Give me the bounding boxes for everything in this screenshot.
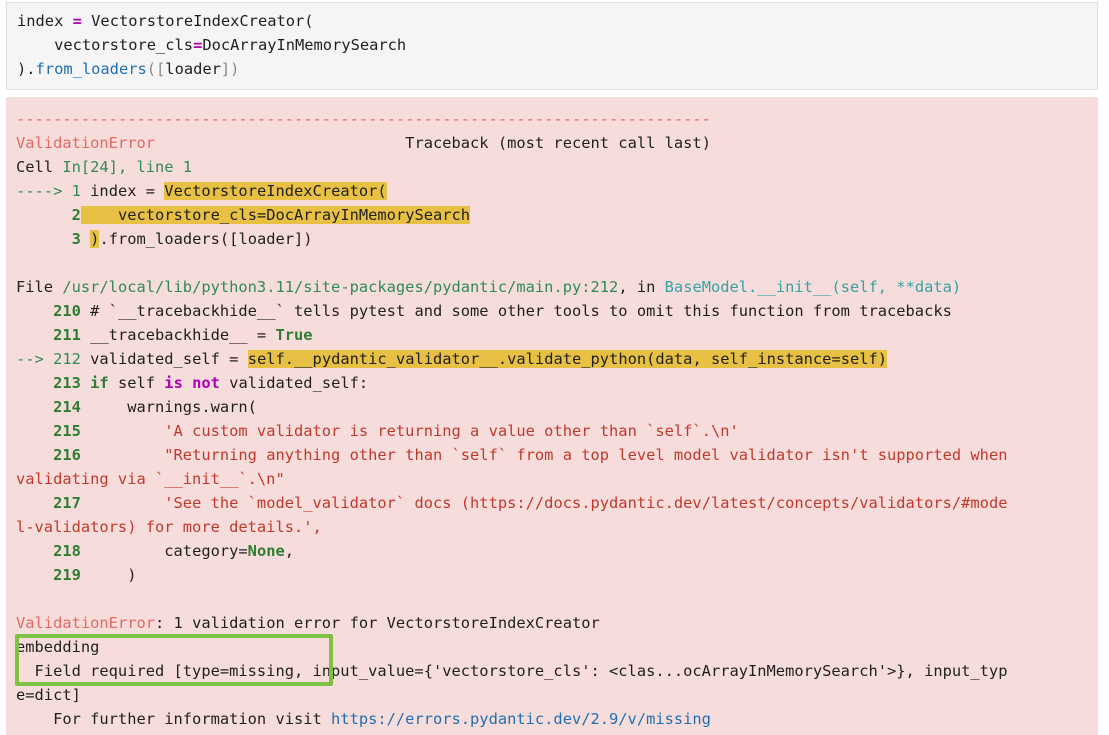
code-token: index bbox=[17, 12, 73, 30]
highlighted-code: VectorstoreIndexCreator( bbox=[164, 182, 387, 200]
arrow-marker: ----> bbox=[16, 182, 72, 200]
line-number: 217 bbox=[16, 494, 81, 512]
function-name: BaseModel.__init__(self, **data) bbox=[664, 278, 962, 296]
code-token: validated_self: bbox=[219, 374, 369, 392]
line-number: 212 bbox=[53, 350, 81, 368]
keyword-token: True bbox=[275, 326, 313, 344]
source-line: 213 if self is not validated_self: bbox=[16, 371, 1007, 395]
source-line-wrap: validating via `__init__`.\n" bbox=[16, 470, 285, 488]
operator-token: = bbox=[193, 36, 203, 54]
comment-text: # `__tracebackhide__` tells pytest and s… bbox=[80, 302, 952, 320]
source-line: 215 'A custom validator is returning a v… bbox=[16, 419, 1007, 443]
code-token: VectorstoreIndexCreator( bbox=[81, 12, 314, 30]
highlighted-code: self.__pydantic_validator__.validate_pyt… bbox=[247, 350, 888, 368]
cell-ref: In[24], line 1 bbox=[62, 158, 193, 176]
code-token: vectorstore_cls bbox=[17, 36, 194, 54]
code-token: .from_loaders([loader]) bbox=[99, 230, 313, 248]
source-line: 210 # `__tracebackhide__` tells pytest a… bbox=[16, 299, 1007, 323]
file-prefix: File bbox=[16, 278, 63, 296]
line-number: 213 bbox=[16, 374, 81, 392]
code-token: ). bbox=[17, 60, 36, 78]
code-line: index = VectorstoreIndexCreator( bbox=[17, 9, 406, 33]
source-line: 217 'See the `model_validator` docs (htt… bbox=[16, 491, 1007, 515]
error-output-cell: ----------------------------------------… bbox=[6, 97, 1098, 735]
line-number: 214 bbox=[16, 398, 81, 416]
error-message: : 1 validation error for VectorstoreInde… bbox=[155, 614, 600, 632]
error-name: ValidationError bbox=[16, 134, 155, 152]
arrow-marker: --> bbox=[16, 350, 54, 368]
source-line: 211 __tracebackhide__ = True bbox=[16, 323, 1007, 347]
source-line: 219 ) bbox=[16, 563, 1007, 587]
traceback-header: ValidationError Traceback (most recent c… bbox=[16, 131, 1007, 155]
code-token bbox=[80, 206, 91, 224]
error-info: For further information visit https://er… bbox=[16, 707, 1007, 731]
code-token: warnings.warn( bbox=[80, 398, 257, 416]
code-input-cell[interactable]: index = VectorstoreIndexCreator( vectors… bbox=[6, 2, 1098, 90]
file-reference: File /usr/local/lib/python3.11/site-pack… bbox=[16, 275, 1007, 299]
info-prefix: For further information visit bbox=[16, 710, 332, 728]
bracket-token: ([ bbox=[146, 60, 166, 78]
source-line-current: --> 212 validated_self = self.__pydantic… bbox=[16, 347, 1007, 371]
line-number: 216 bbox=[16, 446, 81, 464]
line-number: 2 bbox=[71, 206, 81, 224]
file-path-link[interactable]: /usr/local/lib/python3.11/site-packages/… bbox=[62, 278, 618, 296]
file-in: , in bbox=[618, 278, 665, 296]
cell-prefix: Cell bbox=[16, 158, 63, 176]
code-token: ) bbox=[80, 566, 137, 584]
line-number: 215 bbox=[16, 422, 81, 440]
line-number: 3 bbox=[71, 230, 81, 248]
error-summary: ValidationError: 1 validation error for … bbox=[16, 611, 1007, 635]
keyword-token: if bbox=[80, 374, 109, 392]
code-line: vectorstore_cls=DocArrayInMemorySearch bbox=[17, 33, 406, 57]
string-token: 'See the `model_validator` docs (https:/… bbox=[80, 494, 1008, 512]
method-token: from_loaders bbox=[35, 60, 147, 78]
line-number: 218 bbox=[16, 542, 81, 560]
error-name: ValidationError bbox=[16, 614, 155, 632]
code-token: validated_self = bbox=[80, 350, 248, 368]
source-line: 216 "Returning anything other than `self… bbox=[16, 443, 1007, 467]
cell-source-line: 3 ).from_loaders([loader]) bbox=[16, 227, 1007, 251]
keyword-token: None bbox=[247, 542, 285, 560]
line-number: 1 bbox=[71, 182, 81, 200]
code-editor[interactable]: index = VectorstoreIndexCreator( vectors… bbox=[17, 9, 406, 81]
code-token: loader bbox=[165, 60, 221, 78]
line-number: 219 bbox=[16, 566, 81, 584]
cell-reference: Cell In[24], line 1 bbox=[16, 155, 1007, 179]
bracket-token: ]) bbox=[220, 60, 240, 78]
error-docs-link[interactable]: https://errors.pydantic.dev/2.9/v/missin… bbox=[331, 710, 711, 728]
source-line-wrap: l-validators) for more details.', bbox=[16, 518, 322, 536]
source-line: 214 warnings.warn( bbox=[16, 395, 1007, 419]
code-token: DocArrayInMemorySearch bbox=[202, 36, 407, 54]
traceback-title: Traceback (most recent call last) bbox=[155, 134, 711, 152]
cell-source-line: 2 vectorstore_cls=DocArrayInMemorySearch bbox=[16, 203, 1007, 227]
operator-token: = bbox=[72, 12, 82, 30]
traceback-separator: ----------------------------------------… bbox=[16, 110, 711, 128]
annotation-highlight-box bbox=[15, 634, 333, 686]
string-token: "Returning anything other than `self` fr… bbox=[80, 446, 1008, 464]
code-token: index = bbox=[80, 182, 165, 200]
code-token: self bbox=[108, 374, 165, 392]
highlighted-code: vectorstore_cls=DocArrayInMemorySearch bbox=[90, 206, 471, 224]
code-token: category= bbox=[80, 542, 248, 560]
code-token: , bbox=[284, 542, 295, 560]
line-number: 210 bbox=[16, 302, 81, 320]
error-field-detail-wrap: e=dict] bbox=[16, 686, 81, 704]
code-token: __tracebackhide__ = bbox=[80, 326, 276, 344]
code-line: ).from_loaders([loader]) bbox=[17, 57, 406, 81]
cell-source-line: ----> 1 index = VectorstoreIndexCreator( bbox=[16, 179, 1007, 203]
string-token: 'A custom validator is returning a value… bbox=[80, 422, 739, 440]
source-line: 218 category=None, bbox=[16, 539, 1007, 563]
keyword-token: is not bbox=[164, 374, 220, 392]
line-number: 211 bbox=[16, 326, 81, 344]
